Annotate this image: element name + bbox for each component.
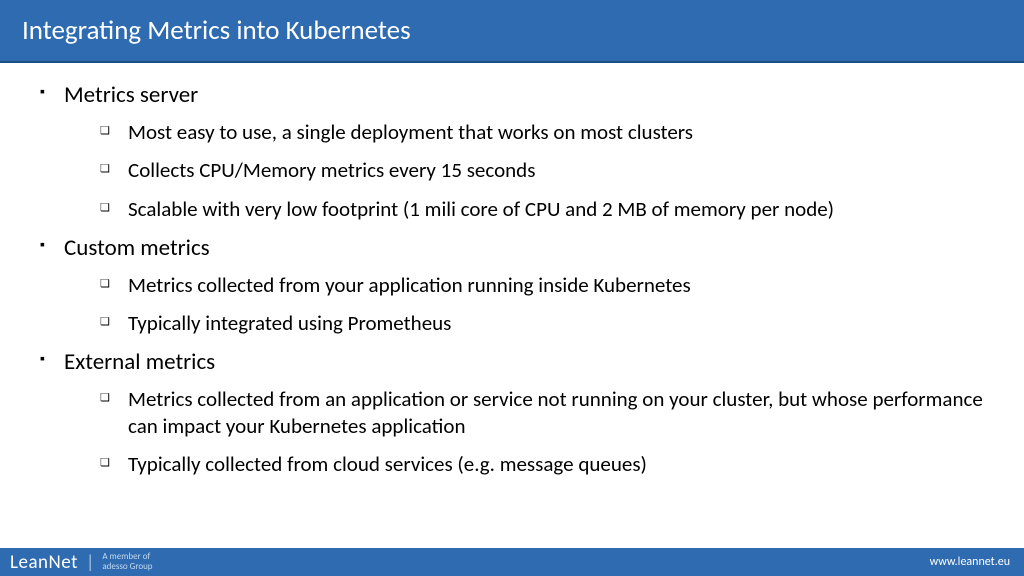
section-list: Metrics collected from your application …: [40, 272, 984, 337]
footer-url: www.leannet.eu: [930, 555, 1010, 569]
list-item: Metrics collected from your application …: [100, 272, 984, 298]
tagline-line: adesso Group: [102, 562, 152, 572]
section-heading: External metrics: [40, 348, 984, 376]
logo-divider: |: [86, 551, 94, 573]
slide-title: Integrating Metrics into Kubernetes: [0, 0, 1024, 63]
section-list: Metrics collected from an application or…: [40, 386, 984, 477]
section-custom-metrics: Custom metrics Metrics collected from yo…: [40, 234, 984, 337]
list-item: Typically integrated using Prometheus: [100, 310, 984, 336]
section-metrics-server: Metrics server Most easy to use, a singl…: [40, 81, 984, 222]
tagline: A member of adesso Group: [102, 552, 152, 572]
section-external-metrics: External metrics Metrics collected from …: [40, 348, 984, 477]
list-item: Scalable with very low footprint (1 mili…: [100, 196, 984, 222]
slide-footer: LeanNet | A member of adesso Group www.l…: [0, 548, 1024, 576]
slide-content: Metrics server Most easy to use, a singl…: [0, 63, 1024, 477]
list-item: Typically collected from cloud services …: [100, 451, 984, 477]
list-item: Collects CPU/Memory metrics every 15 sec…: [100, 157, 984, 183]
section-heading: Custom metrics: [40, 234, 984, 262]
section-heading: Metrics server: [40, 81, 984, 109]
logo: LeanNet: [10, 551, 78, 574]
list-item: Metrics collected from an application or…: [100, 386, 984, 439]
list-item: Most easy to use, a single deployment th…: [100, 119, 984, 145]
footer-left: LeanNet | A member of adesso Group: [10, 551, 153, 574]
section-list: Most easy to use, a single deployment th…: [40, 119, 984, 222]
